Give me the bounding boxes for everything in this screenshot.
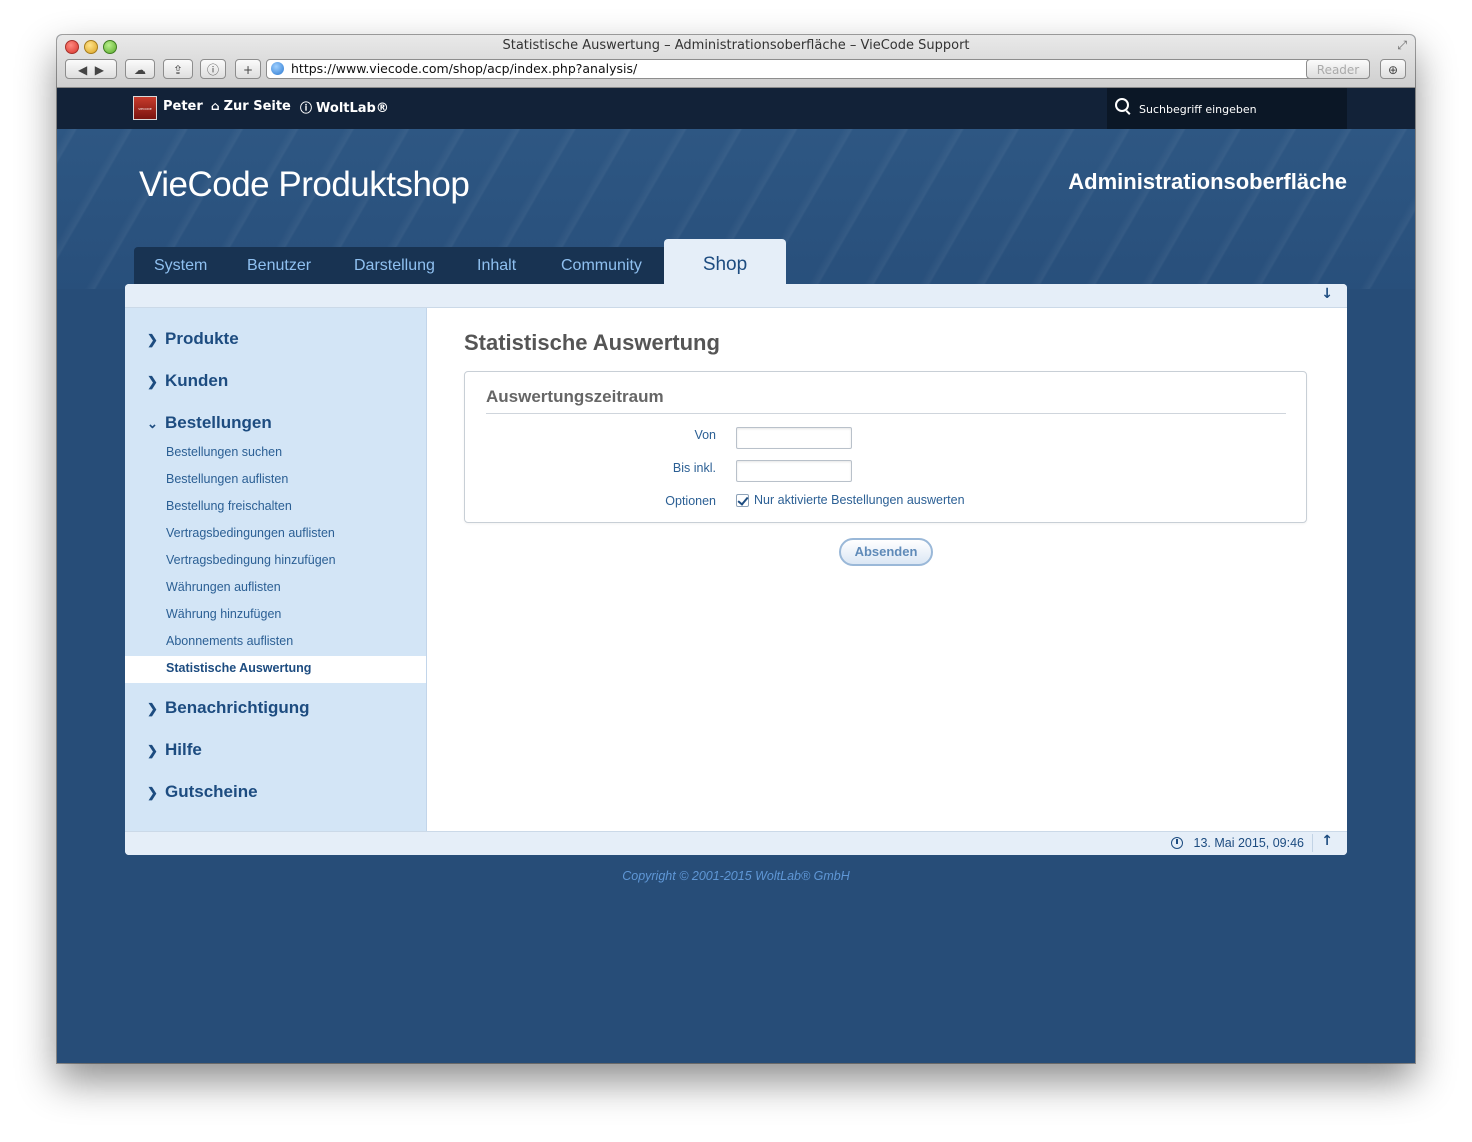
only-activated-orders-checkbox[interactable] — [736, 494, 749, 507]
home-icon: ⌂ — [211, 99, 220, 113]
sidebar-item-bestellungen-auflisten[interactable]: Bestellungen auflisten — [166, 472, 288, 486]
options-label: Optionen — [665, 494, 716, 508]
content-panel: ↓ ❯ Produkte ❯ Kunden ⌄ Bestellungen Bestel… — [125, 284, 1347, 855]
site-title[interactable]: VieCode Produktshop — [139, 165, 470, 205]
chevron-right-icon: ❯ — [147, 743, 158, 758]
address-bar[interactable]: https://www.viecode.com/shop/acp/index.p… — [266, 59, 1370, 79]
icloud-tabs-button[interactable]: ☁ — [125, 59, 155, 79]
arrow-down-icon[interactable]: ↓ — [1321, 286, 1333, 302]
arrow-up-icon[interactable]: ↑ — [1321, 833, 1333, 849]
chevron-right-icon: ❯ — [147, 332, 158, 347]
new-tab-button[interactable]: + — [235, 59, 261, 79]
window-title: Statistische Auswertung – Administration… — [502, 38, 970, 53]
user-topbar: VIECODE Peter ⌂ Zur Seite ⓘ WoltLab® — [57, 88, 1415, 129]
fieldset-legend: Auswertungszeitraum — [486, 387, 1286, 414]
back-forward-buttons[interactable]: ◀ ▶ — [65, 59, 117, 79]
panel-top-bar: ↓ — [125, 284, 1347, 308]
sidebar-item-bestellungen-suchen[interactable]: Bestellungen suchen — [166, 445, 282, 459]
tab-inhalt[interactable]: Inhalt — [477, 247, 516, 284]
sidebar-item-abonnements-auflisten[interactable]: Abonnements auflisten — [166, 634, 293, 648]
browser-window: Statistische Auswertung – Administration… — [57, 35, 1415, 1063]
sidebar-section-kunden[interactable]: ❯ Kunden — [147, 371, 228, 391]
search-icon[interactable] — [1115, 98, 1129, 112]
sidebar: ❯ Produkte ❯ Kunden ⌄ Bestellungen Bestellu… — [125, 308, 427, 831]
globe-icon — [271, 62, 284, 75]
sidebar-section-benachrichtigung[interactable]: ❯ Benachrichtigung — [147, 698, 310, 718]
sidebar-section-produkte[interactable]: ❯ Produkte — [147, 329, 239, 349]
sidebar-item-vertragsbedingungen-auflisten[interactable]: Vertragsbedingungen auflisten — [166, 526, 335, 540]
tab-system[interactable]: System — [154, 247, 207, 284]
copyright-text[interactable]: Copyright © 2001-2015 WoltLab® GmbH — [57, 869, 1415, 883]
url-text[interactable]: https://www.viecode.com/shop/acp/index.p… — [291, 61, 637, 76]
clock-icon — [1171, 837, 1183, 849]
sidebar-item-vertragsbedingung-hinzufuegen[interactable]: Vertragsbedingung hinzufügen — [166, 553, 336, 567]
sidebar-section-gutscheine[interactable]: ❯ Gutscheine — [147, 782, 258, 802]
divider — [1312, 834, 1313, 852]
page-title: Statistische Auswertung — [464, 330, 720, 355]
from-label: Von — [694, 428, 716, 442]
reader-button[interactable]: Reader — [1306, 59, 1370, 79]
from-date-input[interactable] — [736, 427, 852, 449]
server-timestamp: 13. Mai 2015, 09:46 — [1193, 836, 1305, 850]
user-name-link[interactable]: Peter — [163, 99, 203, 114]
sidebar-item-bestellung-freischalten[interactable]: Bestellung freischalten — [166, 499, 292, 513]
to-label: Bis inkl. — [672, 461, 716, 475]
chevron-right-icon: ❯ — [147, 374, 158, 389]
sidebar-item-waehrungen-auflisten[interactable]: Währungen auflisten — [166, 580, 281, 594]
chevron-down-icon: ⌄ — [147, 416, 158, 431]
sidebar-item-statistische-auswertung[interactable]: Statistische Auswertung — [125, 656, 426, 683]
submit-button[interactable]: Absenden — [839, 538, 933, 566]
share-button[interactable]: ⇪ — [163, 59, 193, 79]
info-icon: ⓘ — [300, 101, 313, 115]
avatar[interactable]: VIECODE — [133, 96, 157, 120]
fullscreen-icon[interactable]: ⤢ — [1397, 38, 1407, 53]
tab-community[interactable]: Community — [561, 247, 642, 284]
search-box — [1107, 88, 1347, 129]
to-date-input[interactable] — [736, 460, 852, 482]
downloads-button[interactable]: ⊕ — [1380, 59, 1406, 79]
main-menu: System Benutzer Darstellung Inhalt Commu… — [134, 247, 664, 284]
sidebar-section-bestellungen[interactable]: ⌄ Bestellungen — [147, 413, 272, 433]
search-input[interactable] — [1137, 100, 1341, 118]
info-button[interactable]: ⓘ — [200, 59, 226, 79]
tab-benutzer[interactable]: Benutzer — [247, 247, 311, 284]
woltlab-link[interactable]: ⓘ WoltLab® — [300, 99, 389, 116]
analysis-period-fieldset: Auswertungszeitraum Von Bis inkl. Option… — [464, 371, 1307, 523]
tab-shop[interactable]: Shop — [664, 239, 786, 285]
sidebar-item-waehrung-hinzufuegen[interactable]: Währung hinzufügen — [166, 607, 281, 621]
home-link[interactable]: ⌂ Zur Seite — [211, 99, 291, 114]
chevron-right-icon: ❯ — [147, 785, 158, 800]
sidebar-section-hilfe[interactable]: ❯ Hilfe — [147, 740, 202, 760]
chevron-right-icon: ❯ — [147, 701, 158, 716]
only-activated-orders-label[interactable]: Nur aktivierte Bestellungen auswerten — [754, 493, 965, 507]
admin-title: Administrationsoberfläche — [1068, 169, 1347, 194]
browser-toolbar: Statistische Auswertung – Administration… — [57, 35, 1415, 88]
panel-bottom-bar: 13. Mai 2015, 09:46 ↑ — [125, 831, 1347, 855]
tab-darstellung[interactable]: Darstellung — [354, 247, 435, 284]
